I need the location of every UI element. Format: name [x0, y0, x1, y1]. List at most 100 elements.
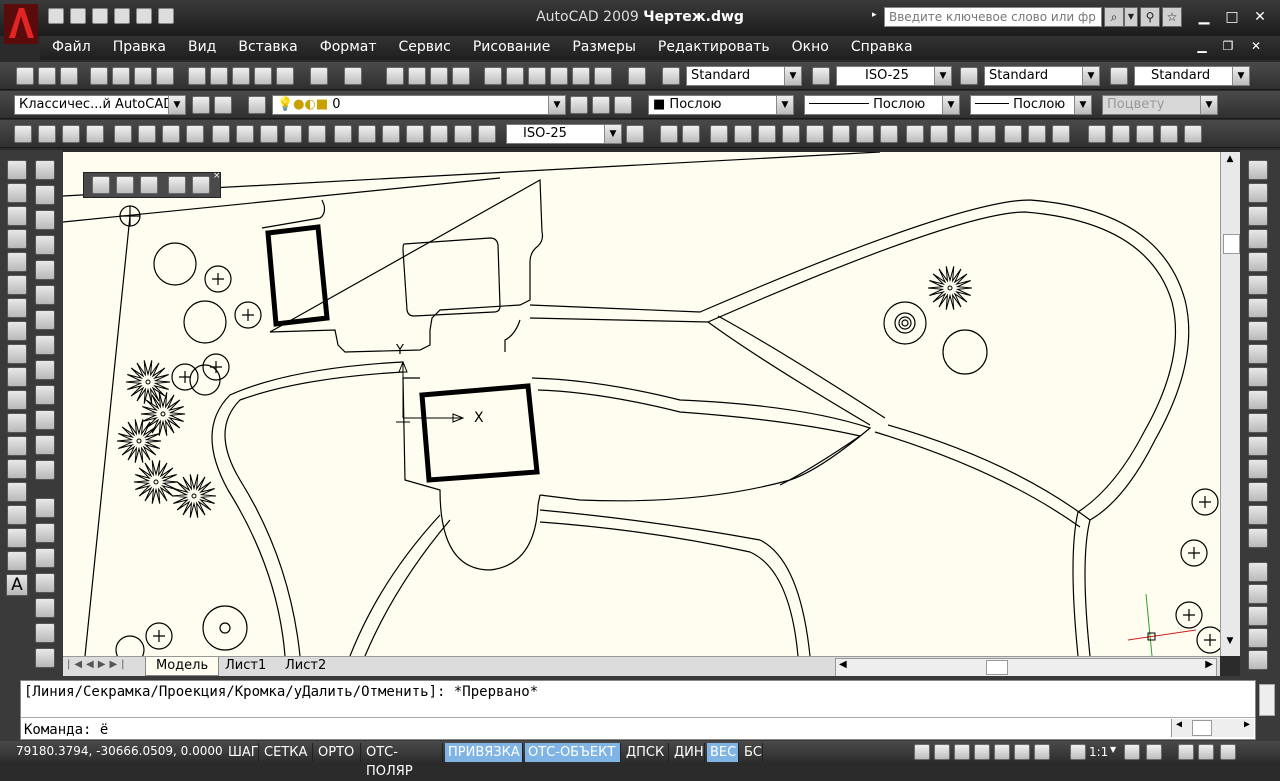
search-dropdown-icon[interactable]: ▼ — [1124, 7, 1138, 27]
text-style-select[interactable]: Standard ▼ — [686, 66, 802, 86]
modify-tool-1-icon[interactable] — [1248, 160, 1268, 180]
chevron-down-icon[interactable]: ▼ — [1110, 745, 1116, 754]
modify-tool-4-icon[interactable] — [1248, 229, 1268, 249]
multiline-text-icon[interactable]: A — [6, 574, 28, 596]
clean-screen-icon[interactable] — [1220, 744, 1236, 760]
ordinate-dim-icon[interactable] — [86, 125, 104, 143]
3d-dwf-icon[interactable] — [156, 67, 174, 85]
modify-tool-8-icon[interactable] — [1248, 321, 1268, 341]
dim-tool-11-icon[interactable] — [35, 410, 55, 430]
dim-tool-20-icon[interactable] — [35, 648, 55, 668]
snap-tangent-icon[interactable] — [880, 125, 898, 143]
menu-tools[interactable]: Сервис — [387, 36, 461, 60]
dim-tool-9-icon[interactable] — [35, 360, 55, 380]
favorites-star-icon[interactable]: ☆ — [1162, 7, 1182, 27]
dim-tool-12-icon[interactable] — [35, 435, 55, 455]
draw-tool-11-icon[interactable] — [7, 390, 27, 410]
tolerance-icon[interactable] — [334, 125, 352, 143]
menu-draw[interactable]: Рисование — [461, 36, 561, 60]
modify-tool-16-icon[interactable] — [1248, 505, 1268, 525]
layer-previous-icon[interactable] — [592, 96, 610, 114]
radius-dim-icon[interactable] — [114, 125, 132, 143]
aligned-dim-icon[interactable] — [38, 125, 56, 143]
continue-dim-icon[interactable] — [260, 125, 278, 143]
workspace-settings-icon[interactable] — [192, 96, 210, 114]
match-properties-icon[interactable] — [276, 67, 294, 85]
expand-arrow-icon[interactable]: ▸ — [872, 10, 877, 20]
table-style-select[interactable]: Standard ▼ — [984, 66, 1100, 86]
scroll-left-icon[interactable]: ◀ — [839, 659, 847, 670]
annotation-visibility-icon[interactable] — [1124, 744, 1140, 760]
status-toggle-1[interactable]: ШАГ — [225, 743, 259, 762]
draw-tool-14-icon[interactable] — [7, 459, 27, 479]
publish-icon[interactable] — [134, 67, 152, 85]
temp-track-point-icon[interactable] — [660, 125, 678, 143]
workspace-switch-icon[interactable] — [1178, 744, 1194, 760]
leader-float-icon[interactable] — [192, 176, 210, 194]
text-float-icon[interactable] — [168, 176, 186, 194]
tool-palettes-icon[interactable] — [528, 67, 546, 85]
dim-break-icon[interactable] — [308, 125, 326, 143]
snap-parallel-icon[interactable] — [930, 125, 948, 143]
search-input[interactable]: Введите ключевое слово или фр — [884, 7, 1102, 27]
dim-tool-7-icon[interactable] — [35, 310, 55, 330]
menu-insert[interactable]: Вставка — [226, 36, 307, 60]
snap-insert-icon[interactable] — [954, 125, 972, 143]
status-toggle-7[interactable]: ДПСК — [623, 743, 669, 762]
paste-block-icon[interactable] — [254, 67, 272, 85]
dim-tool-16-icon[interactable] — [35, 548, 55, 568]
menu-dimension[interactable]: Размеры — [560, 36, 646, 60]
coordinates-readout[interactable]: 79180.3794, -30666.0509, 0.0000 — [16, 744, 223, 758]
close-button[interactable]: ✕ — [1246, 6, 1274, 28]
snap-center-icon[interactable] — [832, 125, 850, 143]
snap-intersection-icon[interactable] — [758, 125, 776, 143]
draw-tool-16-icon[interactable] — [7, 505, 27, 525]
qnew-icon[interactable] — [16, 67, 34, 85]
lock-icon[interactable] — [1198, 744, 1214, 760]
modify-tool-17-icon[interactable] — [1248, 528, 1268, 548]
status-toggle-4[interactable]: ОТС-ПОЛЯР — [363, 743, 443, 779]
text-style-icon[interactable] — [662, 67, 680, 85]
dim-tool-17-icon[interactable] — [35, 573, 55, 593]
quick-dim-icon[interactable] — [212, 125, 230, 143]
snap-perpendicular-icon[interactable] — [906, 125, 924, 143]
modify-tool-5-icon[interactable] — [1248, 252, 1268, 272]
command-prompt[interactable]: Команда: ё — [24, 722, 108, 738]
doc-close-button[interactable]: ✕ — [1246, 39, 1266, 57]
jogged-dim-icon[interactable] — [138, 125, 156, 143]
osnap-settings-icon[interactable] — [1052, 125, 1070, 143]
dim-text-edit-icon[interactable] — [454, 125, 472, 143]
dim-edit-icon[interactable] — [430, 125, 448, 143]
copy-icon[interactable] — [210, 67, 228, 85]
save-icon[interactable] — [92, 8, 108, 24]
angular-dim-icon[interactable] — [186, 125, 204, 143]
properties-icon[interactable] — [484, 67, 502, 85]
status-toggle-9[interactable]: ВЕС — [707, 743, 739, 762]
scroll-left-icon[interactable]: ◀ — [1176, 719, 1182, 730]
search-icon[interactable]: ⌕ — [1104, 7, 1124, 27]
dim-style-select[interactable]: ISO-25 ▼ — [836, 66, 952, 86]
cmd-scroll-thumb[interactable] — [1192, 720, 1212, 736]
dim-tool-8-icon[interactable] — [35, 335, 55, 355]
drawing-canvas[interactable]: X Y × — [63, 152, 1220, 656]
status-toggle-6[interactable]: ОТС-ОБЪЕКТ — [525, 743, 621, 762]
horizontal-scrollbar[interactable]: ◀ ▶ — [835, 658, 1217, 677]
command-window[interactable]: [Линия/Секрамка/Проекция/Кромка/уДалить/… — [20, 680, 1275, 740]
draw-tool-13-icon[interactable] — [7, 436, 27, 456]
design-center-icon[interactable] — [506, 67, 524, 85]
modify-tool-15-icon[interactable] — [1248, 482, 1268, 502]
modify-tool-7-icon[interactable] — [1248, 298, 1268, 318]
draw-tool-6-icon[interactable] — [7, 275, 27, 295]
open-file-icon[interactable] — [70, 8, 86, 24]
dim-style-icon[interactable] — [812, 67, 830, 85]
tab-sheet1[interactable]: Лист1 — [215, 657, 276, 676]
modify-tool-2-icon[interactable] — [1248, 183, 1268, 203]
paste-icon[interactable] — [232, 67, 250, 85]
showmotion-icon[interactable] — [1034, 744, 1050, 760]
zoom-status-icon[interactable] — [994, 744, 1010, 760]
draw-tool-4-icon[interactable] — [7, 229, 27, 249]
linetype-select[interactable]: Послою ▼ — [804, 95, 960, 115]
send-to-back-icon[interactable] — [1112, 125, 1130, 143]
dim-tool-15-icon[interactable] — [35, 523, 55, 543]
center-mark-icon[interactable] — [358, 125, 376, 143]
